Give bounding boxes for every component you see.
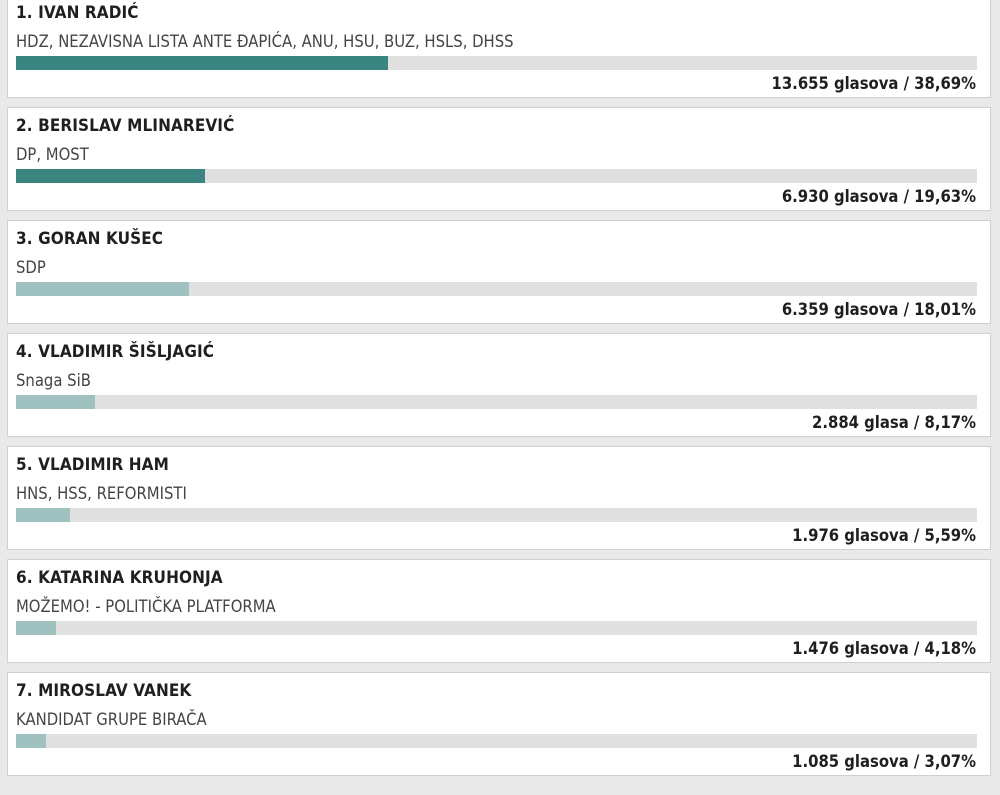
vote-bar-fill <box>16 734 46 748</box>
candidate-card: 1. IVAN RADIĆ HDZ, NEZAVISNA LISTA ANTE … <box>7 0 991 98</box>
vote-bar-fill <box>16 282 190 296</box>
vote-count: 6.359 glasova / 18,01% <box>781 300 976 319</box>
vote-bar-track <box>16 621 977 635</box>
candidate-card: 3. GORAN KUŠEC SDP 6.359 glasova / 18,01… <box>7 220 991 324</box>
vote-count: 6.930 glasova / 19,63% <box>781 187 976 206</box>
vote-count: 1.476 glasova / 4,18% <box>792 639 976 658</box>
vote-count: 13.655 glasova / 38,69% <box>771 74 976 93</box>
candidate-name: 7. MIROSLAV VANEK <box>16 681 192 701</box>
candidate-card: 4. VLADIMIR ŠIŠLJAGIĆ Snaga SiB 2.884 gl… <box>7 333 991 437</box>
candidate-card: 5. VLADIMIR HAM HNS, HSS, REFORMISTI 1.9… <box>7 446 991 550</box>
vote-count: 1.085 glasova / 3,07% <box>792 752 976 771</box>
candidate-party: SDP <box>16 258 46 277</box>
vote-bar-fill <box>16 508 70 522</box>
candidate-party: Snaga SiB <box>16 371 91 390</box>
vote-bar-fill <box>16 169 205 183</box>
vote-bar-fill <box>16 56 388 70</box>
candidate-party: DP, MOST <box>16 145 89 164</box>
candidate-name: 5. VLADIMIR HAM <box>16 455 169 475</box>
candidate-party: KANDIDAT GRUPE BIRAČA <box>16 710 207 729</box>
candidate-name: 3. GORAN KUŠEC <box>16 229 164 249</box>
candidate-party: MOŽEMO! - POLITIČKA PLATFORMA <box>16 597 276 616</box>
candidate-card: 7. MIROSLAV VANEK KANDIDAT GRUPE BIRAČA … <box>7 672 991 776</box>
candidate-name: 4. VLADIMIR ŠIŠLJAGIĆ <box>16 342 215 362</box>
candidate-name: 2. BERISLAV MLINAREVIĆ <box>16 116 235 136</box>
vote-bar-fill <box>16 621 57 635</box>
candidate-party: HDZ, NEZAVISNA LISTA ANTE ĐAPIĆA, ANU, H… <box>16 32 514 51</box>
candidate-card: 2. BERISLAV MLINAREVIĆ DP, MOST 6.930 gl… <box>7 107 991 211</box>
candidate-party: HNS, HSS, REFORMISTI <box>16 484 187 503</box>
vote-bar-fill <box>16 395 95 409</box>
vote-bar-track <box>16 508 977 522</box>
vote-bar-track <box>16 282 977 296</box>
vote-count: 1.976 glasova / 5,59% <box>792 526 976 545</box>
candidate-name: 1. IVAN RADIĆ <box>16 3 139 23</box>
vote-bar-track <box>16 56 977 70</box>
vote-count: 2.884 glasa / 8,17% <box>812 413 976 432</box>
vote-bar-track <box>16 169 977 183</box>
vote-bar-track <box>16 395 977 409</box>
vote-bar-track <box>16 734 977 748</box>
candidate-name: 6. KATARINA KRUHONJA <box>16 568 223 588</box>
candidate-card: 6. KATARINA KRUHONJA MOŽEMO! - POLITIČKA… <box>7 559 991 663</box>
